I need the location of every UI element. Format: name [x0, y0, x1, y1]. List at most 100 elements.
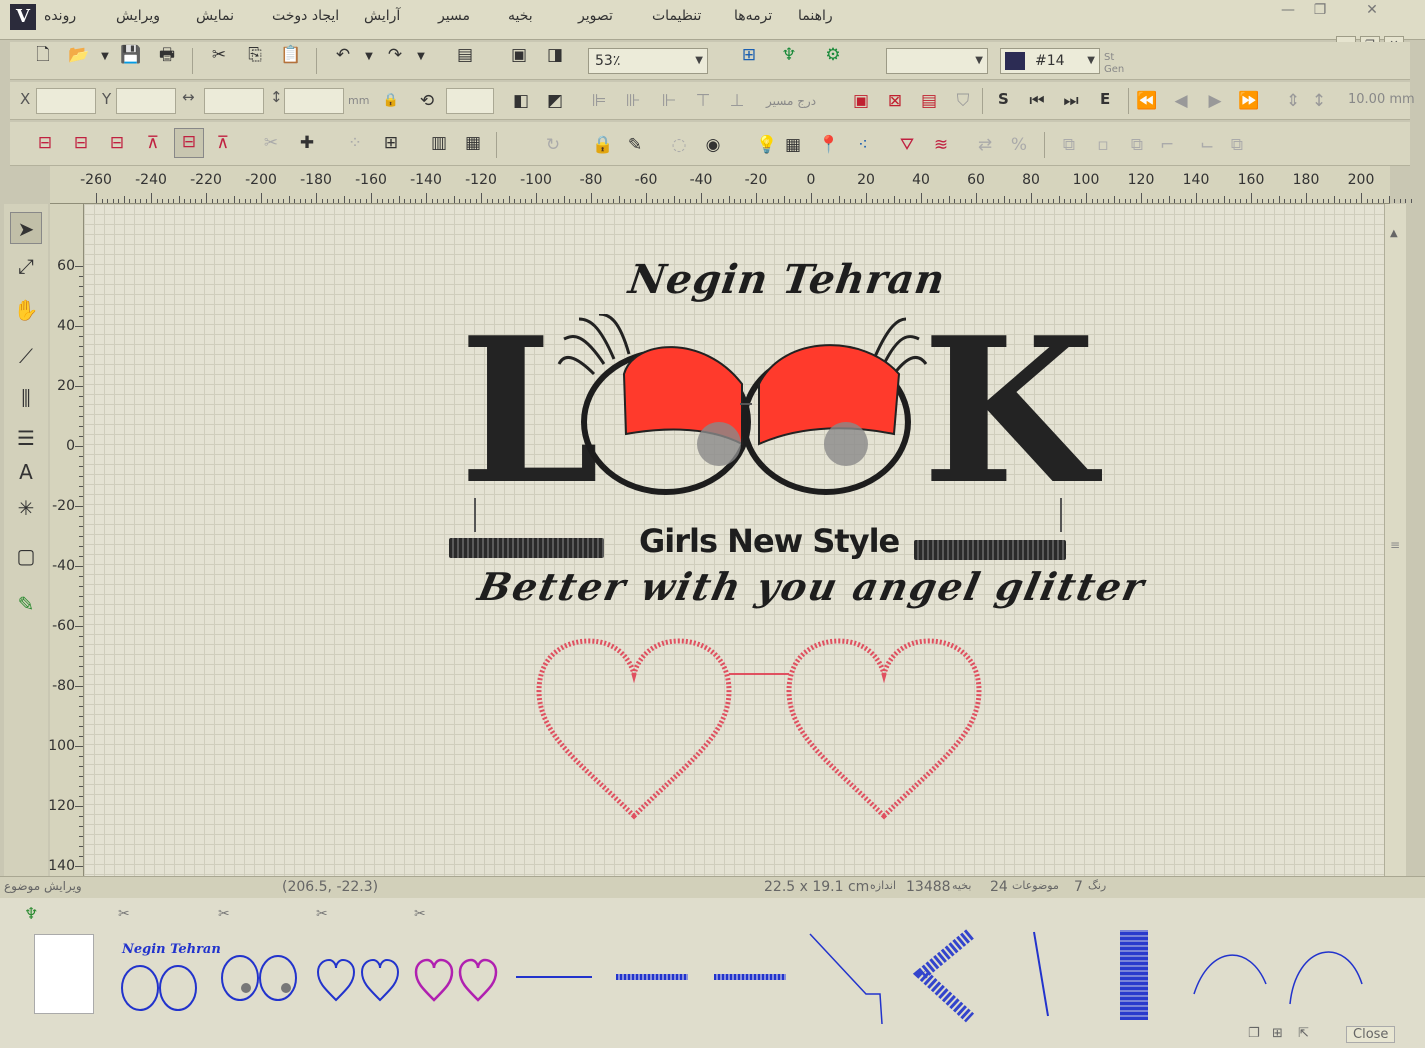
align-bottom-icon[interactable]: ⊥ — [724, 88, 750, 114]
object-thumb-hearts-blue[interactable] — [314, 924, 404, 1024]
table-icon[interactable]: ▦ — [460, 130, 486, 156]
page-setup-icon[interactable]: ◨ — [542, 42, 568, 68]
cut-icon[interactable]: ✂ — [206, 42, 232, 68]
arrange-3-icon[interactable]: ⧉ — [1124, 132, 1150, 158]
strip-restore-icon[interactable]: ❐ — [1248, 1026, 1260, 1041]
object-thumb-bar-2[interactable] — [708, 924, 798, 1024]
last-stitch-icon[interactable]: ⏩ — [1236, 88, 1262, 114]
lettering-icon[interactable]: A — [10, 456, 42, 488]
points-icon[interactable]: ⁖ — [850, 132, 876, 158]
minimize-icon[interactable]: — — [1274, 0, 1302, 20]
pen-icon[interactable]: ✎ — [622, 132, 648, 158]
left-stitch-bar[interactable] — [449, 538, 604, 558]
grid-icon[interactable]: ▦ — [780, 132, 806, 158]
pan-hand-icon[interactable]: ✋ — [10, 294, 42, 326]
frame-icon[interactable]: ▣ — [848, 88, 874, 114]
copy-icon[interactable]: ⎘ — [242, 42, 268, 68]
menu-item-arrange[interactable]: آرایش — [364, 8, 400, 24]
open-folder-icon[interactable]: 📂 — [66, 42, 92, 68]
star-effect-icon[interactable]: ✳ — [10, 492, 42, 524]
print-icon[interactable]: 🖶 — [154, 42, 180, 68]
design-slogan[interactable]: Better with you angel glitter — [474, 564, 1150, 609]
satin-icon[interactable]: ⫼ — [10, 382, 42, 414]
select-pointer-icon[interactable]: ➤ — [10, 212, 42, 244]
design-script-name[interactable]: Negin Tehran — [626, 256, 949, 303]
menu-item-windows[interactable]: ترمه‌ها — [734, 8, 772, 24]
prev-stitch-icon[interactable]: ◀ — [1168, 88, 1194, 114]
vertical-scrollbar[interactable]: ▲ ≡ — [1384, 204, 1406, 876]
arrange-4-icon[interactable]: ⌐ — [1154, 132, 1180, 158]
object-thumb-hearts-purple[interactable] — [412, 924, 502, 1024]
skip-start-icon[interactable]: ⏮ — [1024, 88, 1050, 114]
magic-wand-icon[interactable]: ✎ — [10, 588, 42, 620]
menu-item-settings[interactable]: تنظیمات — [652, 8, 701, 24]
design-letter-k[interactable]: K — [922, 312, 1096, 512]
object-thumb-diagonal[interactable] — [806, 924, 896, 1025]
zoom-select[interactable]: 53٪ ▼ — [588, 48, 708, 74]
menu-item-view[interactable]: نمایش — [196, 8, 234, 24]
arrange-2-icon[interactable]: ▫ — [1090, 132, 1116, 158]
object-thumb-bar-vertical[interactable] — [1102, 924, 1192, 1024]
color-bars-icon[interactable]: ▥ — [426, 130, 452, 156]
left-eye[interactable] — [557, 314, 751, 495]
maximize-icon[interactable]: ❐ — [1306, 0, 1334, 20]
align-top-icon[interactable]: ⊤ — [690, 88, 716, 114]
rotate-icon[interactable]: ⟲ — [414, 88, 440, 114]
menu-item-create-stitch[interactable]: ایجاد دوخت — [272, 8, 339, 24]
style-select[interactable]: ▼ — [886, 48, 988, 74]
object-thumb-script[interactable]: Negin Tehran — [118, 924, 221, 1024]
menu-item-image[interactable]: تصویر — [578, 8, 613, 24]
undo-icon[interactable]: ↶ — [330, 42, 356, 68]
spacing-icon[interactable]: ⇕ — [1280, 88, 1306, 114]
close-icon[interactable]: ✕ — [1358, 0, 1386, 20]
strip-expand-icon[interactable]: ⇱ — [1298, 1026, 1309, 1041]
design-properties-icon[interactable]: ▣ — [506, 42, 532, 68]
reshape-icon[interactable]: ⤢ — [10, 250, 42, 282]
add-node-icon[interactable]: ✚ — [294, 130, 320, 156]
align-center-icon[interactable]: ⊪ — [620, 88, 646, 114]
mirror-horizontal-icon[interactable]: ◩ — [542, 88, 568, 114]
app-logo[interactable]: V — [10, 4, 36, 30]
arrange-5-icon[interactable]: ⌙ — [1194, 132, 1220, 158]
rectangle-icon[interactable]: ▢ — [10, 540, 42, 572]
refresh-icon[interactable]: ↻ — [540, 132, 566, 158]
menu-item-stitch[interactable]: بخیه — [508, 8, 533, 24]
stitch-player-icon[interactable]: ♆ — [776, 42, 802, 68]
menu-item-edit[interactable]: ویرایش — [116, 8, 160, 24]
object-thumb-slash[interactable] — [1004, 924, 1094, 1024]
design-hearts[interactable] — [534, 636, 984, 826]
new-file-icon[interactable]: 🗋 — [30, 42, 56, 68]
notes-icon[interactable]: ▤ — [452, 42, 478, 68]
design-eyes[interactable] — [554, 314, 934, 514]
design-tagline[interactable]: Girls New Style — [639, 522, 900, 560]
object-thumb-line[interactable] — [512, 924, 602, 1024]
menu-item-help[interactable]: راهنما — [798, 8, 833, 24]
color-select[interactable]: #14 ▼ — [1000, 48, 1100, 74]
menu-item-path[interactable]: مسیر — [438, 8, 470, 24]
skip-end-icon[interactable]: ⏭ — [1058, 88, 1084, 114]
frame-cross-icon[interactable]: ⊠ — [882, 88, 908, 114]
lock-icon[interactable]: 🔒 — [378, 88, 404, 114]
scroll-thumb-icon[interactable]: ≡ — [1390, 538, 1400, 552]
shield-icon[interactable]: ⛉ — [950, 88, 976, 114]
stitch-wave-icon[interactable]: ≋ — [928, 132, 954, 158]
paste-icon[interactable]: 📋 — [278, 42, 304, 68]
frame-fill-icon[interactable]: ▤ — [916, 88, 942, 114]
undo-dropdown-icon[interactable]: ▼ — [356, 44, 382, 70]
hoop-icon[interactable]: ⊞ — [736, 42, 762, 68]
first-stitch-icon[interactable]: ⏪ — [1134, 88, 1160, 114]
arrange-1-icon[interactable]: ⧉ — [1056, 132, 1082, 158]
y-input[interactable] — [116, 88, 176, 114]
percent-icon[interactable]: % — [1006, 132, 1032, 158]
rotate-angle-input[interactable] — [446, 88, 494, 114]
sequence-icon[interactable]: ♆ — [24, 904, 38, 923]
arrange-6-icon[interactable]: ⧉ — [1224, 132, 1250, 158]
fill-icon[interactable]: ☰ — [10, 422, 42, 454]
width-input[interactable] — [204, 88, 264, 114]
start-point-button[interactable]: S — [998, 90, 1009, 108]
stgen-label[interactable]: St Gen — [1104, 52, 1126, 76]
insert-route-label[interactable]: درج مسیر — [766, 94, 816, 108]
arrows-icon[interactable]: ⇄ — [972, 132, 998, 158]
machine-4-icon[interactable]: ⊼ — [140, 130, 166, 156]
machine-2-icon[interactable]: ⊟ — [68, 130, 94, 156]
